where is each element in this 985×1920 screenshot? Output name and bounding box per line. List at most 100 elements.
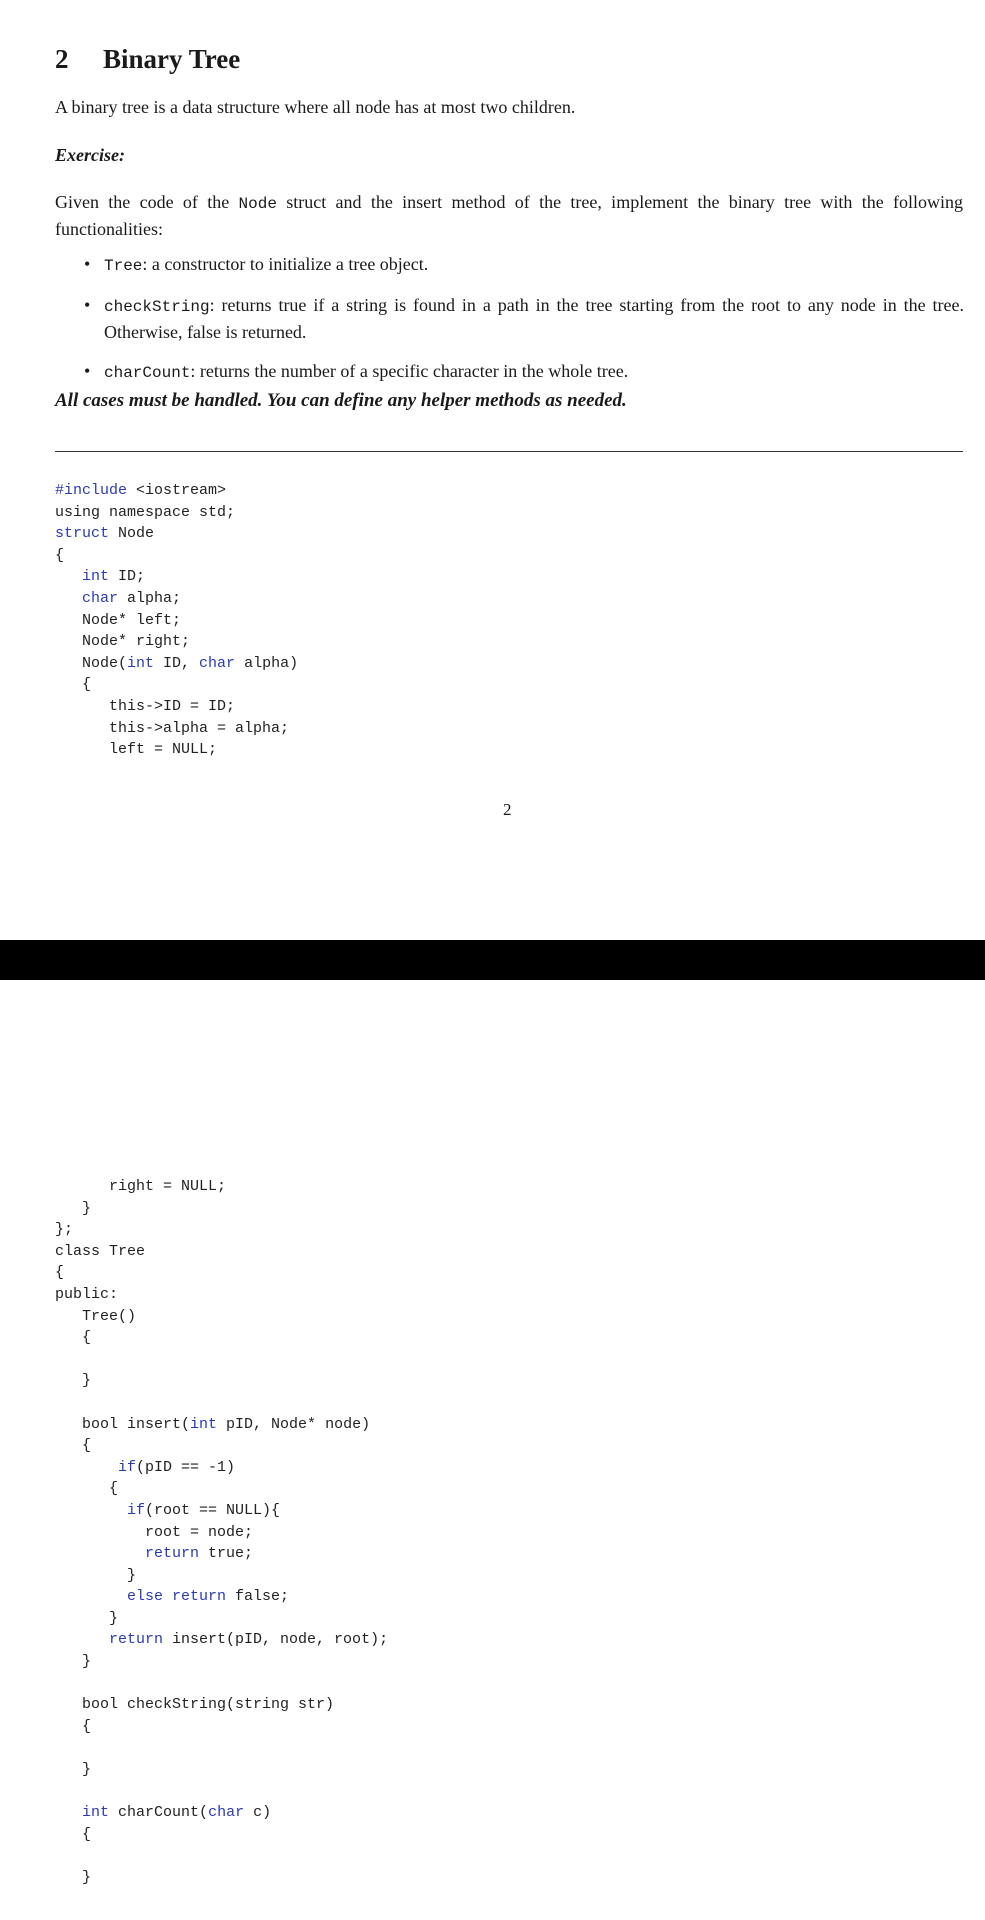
code-text: true; [199, 1545, 254, 1563]
code-line: if(pID == -1) [55, 1457, 388, 1479]
code-text: insert(pID, node, root); [163, 1631, 389, 1649]
code-text: bool checkString(string str) [55, 1696, 335, 1714]
code-text: <iostream> [127, 482, 227, 499]
code-text: Node* right; [55, 633, 191, 651]
code-line: { [55, 1478, 388, 1500]
code-line: { [55, 545, 298, 567]
code-text: this->ID = ID; [55, 697, 236, 715]
code-keyword: int [127, 654, 155, 672]
code-keyword: int [190, 1415, 218, 1433]
document-page-2: right = NULL; }}; class Tree {public: Tree… [0, 980, 985, 1920]
code-text: ID, [154, 654, 200, 672]
code-text: Node* left; [55, 611, 182, 629]
code-line: Node(int ID, char alpha) [55, 653, 298, 675]
functionality-list: Tree: a constructor to initialize a tree… [84, 252, 964, 400]
document-page-1: 2 Binary Tree A binary tree is a data str… [0, 0, 985, 940]
code-text: Node( [55, 654, 128, 672]
code-line: } [55, 1867, 388, 1889]
code-keyword: char [199, 654, 236, 672]
bullet-item: checkString: returns true if a string is… [84, 293, 964, 345]
code-line: else return false; [55, 1586, 388, 1608]
code-text: } [55, 1653, 92, 1671]
code-line: { [55, 1824, 388, 1846]
code-keyword: if [127, 1501, 146, 1519]
code-text: { [55, 1717, 92, 1735]
code-line: return true; [55, 1543, 388, 1565]
code-line: root = node; [55, 1522, 388, 1544]
code-line: int charCount(char c) [55, 1802, 388, 1824]
code-word-node: Node [238, 195, 277, 213]
code-keyword: char [208, 1804, 245, 1822]
code-line: class Tree [55, 1241, 388, 1263]
code-text: { [55, 1480, 119, 1498]
code-text: root = node; [55, 1523, 254, 1541]
code-line: Node* left; [55, 610, 298, 632]
code-keyword: return [109, 1631, 164, 1649]
bullet-item: Tree: a constructor to initialize a tree… [84, 252, 964, 279]
code-keyword: char [82, 589, 119, 607]
code-text: { [55, 1329, 92, 1347]
code-line: { [55, 1327, 388, 1349]
code-text: { [55, 1437, 92, 1455]
code-block-part-2: right = NULL; }}; class Tree {public: Tree… [55, 1176, 388, 1889]
code-keyword: struct [55, 525, 110, 543]
code-text: alpha) [235, 654, 299, 672]
code-text: (pID == -1) [136, 1458, 236, 1476]
code-line: char alpha; [55, 588, 298, 610]
code-line: } [55, 1565, 388, 1587]
code-text: } [55, 1761, 92, 1779]
requirement-note: All cases must be handled. You can defin… [55, 390, 627, 411]
code-text: ID; [109, 568, 146, 586]
code-line: struct Node [55, 523, 298, 545]
code-text: } [55, 1869, 92, 1886]
section-title: Binary Tree [103, 44, 241, 74]
code-text: { [55, 676, 92, 694]
code-line: #include <iostream> [55, 480, 298, 502]
code-text: { [55, 1825, 92, 1843]
code-line: int ID; [55, 566, 298, 588]
code-text: { [55, 546, 65, 564]
code-text: (root == NULL){ [145, 1501, 281, 1519]
exercise-label: Exercise: [55, 145, 125, 165]
code-line: } [55, 1198, 388, 1220]
code-text: public: [55, 1285, 119, 1303]
bullet-item: charCount: returns the number of a speci… [84, 359, 964, 386]
code-line: left = NULL; [55, 739, 298, 761]
code-keyword: if [118, 1458, 137, 1476]
code-line: Node* right; [55, 631, 298, 653]
code-line: } [55, 1759, 388, 1781]
code-keyword: int [82, 568, 110, 586]
code-text: this->alpha = alpha; [55, 719, 290, 737]
code-line: this->alpha = alpha; [55, 718, 298, 740]
code-line: Tree() [55, 1306, 388, 1328]
code-text: } [55, 1609, 119, 1627]
code-text: }; [55, 1221, 74, 1239]
code-text: Node [109, 525, 155, 543]
code-text: using namespace std; [55, 503, 236, 521]
code-keyword: return [145, 1545, 200, 1563]
code-text: bool insert( [55, 1415, 191, 1433]
code-line: { [55, 1716, 388, 1738]
code-line: return insert(pID, node, root); [55, 1629, 388, 1651]
task-paragraph: Given the code of the Node struct and th… [55, 192, 964, 239]
section-number: 2 [55, 44, 69, 74]
code-text: { [55, 1264, 65, 1282]
code-line: right = NULL; [55, 1176, 388, 1198]
code-line: bool insert(int pID, Node* node) [55, 1414, 388, 1436]
code-line: } [55, 1370, 388, 1392]
code-text: left = NULL; [55, 741, 218, 759]
code-line: { [55, 674, 298, 696]
code-text: c) [244, 1804, 272, 1822]
code-line: if(root == NULL){ [55, 1500, 388, 1522]
intro-paragraph: A binary tree is a data structure where … [55, 97, 576, 117]
